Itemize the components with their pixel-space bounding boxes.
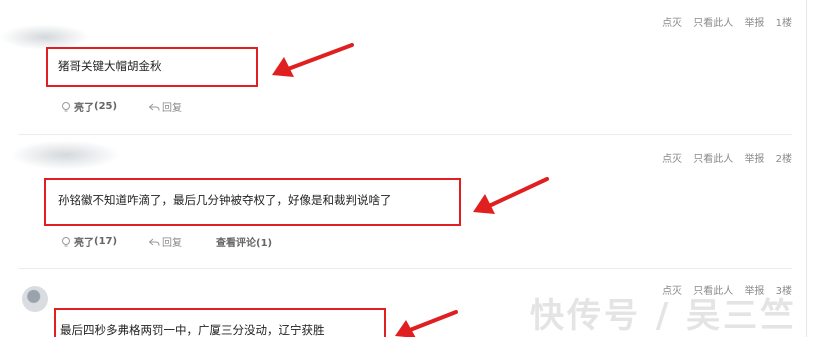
comment-text: 孙铭徽不知道咋滴了，最后几分钟被夺权了，好像是和裁判说啥了 [58, 193, 392, 207]
dislike-link[interactable]: 点灭 [662, 154, 682, 165]
like-label: 亮了 [74, 103, 94, 114]
comment-meta: 点灭 只看此人 举报 1楼 [654, 14, 792, 29]
right-border [806, 0, 807, 337]
reply-button[interactable]: 回复 [148, 234, 182, 249]
comment-item: 点灭 只看此人 举报 1楼 猪哥关键大帽胡金秋 亮了 (25) 回复 [0, 0, 806, 134]
like-button[interactable]: 亮了 (25) [60, 99, 117, 114]
red-arrow-icon [272, 43, 354, 77]
report-link[interactable]: 举报 [744, 18, 764, 29]
comment-text: 最后四秒多弗格两罚一中，广厦三分没动，辽宁获胜 [60, 323, 325, 337]
dislike-link[interactable]: 点灭 [662, 18, 682, 29]
avatar [22, 286, 48, 312]
comment-text: 猪哥关键大帽胡金秋 [58, 59, 162, 73]
like-count: (17) [94, 236, 118, 247]
view-comments-link[interactable]: 查看评论(1) [216, 234, 272, 249]
comment-item: 点灭 只看此人 举报 2楼 孙铭徽不知道咋滴了，最后几分钟被夺权了，好像是和裁判… [0, 134, 806, 268]
red-arrow-icon [473, 177, 549, 214]
red-arrow-icon [395, 310, 458, 337]
reply-label: 回复 [162, 238, 182, 249]
lightbulb-icon [62, 101, 70, 111]
reply-arrow-icon [148, 103, 160, 111]
lightbulb-icon [62, 236, 70, 246]
reply-label: 回复 [162, 103, 182, 114]
reply-button[interactable]: 回复 [148, 99, 182, 114]
reply-arrow-icon [148, 238, 160, 246]
only-this-user-link[interactable]: 只看此人 [693, 18, 733, 29]
like-button[interactable]: 亮了 (17) [60, 234, 117, 249]
avatar [10, 140, 120, 170]
only-this-user-link[interactable]: 只看此人 [693, 154, 733, 165]
like-count: (25) [94, 101, 118, 112]
view-comments-label: 查看评论(1) [216, 238, 273, 249]
floor-number: 2楼 [775, 154, 792, 165]
watermark: 快传号 / 吴三竺 [530, 296, 798, 336]
like-label: 亮了 [74, 238, 94, 249]
floor-number: 1楼 [775, 18, 792, 29]
report-link[interactable]: 举报 [744, 154, 764, 165]
comment-meta: 点灭 只看此人 举报 2楼 [654, 150, 792, 165]
